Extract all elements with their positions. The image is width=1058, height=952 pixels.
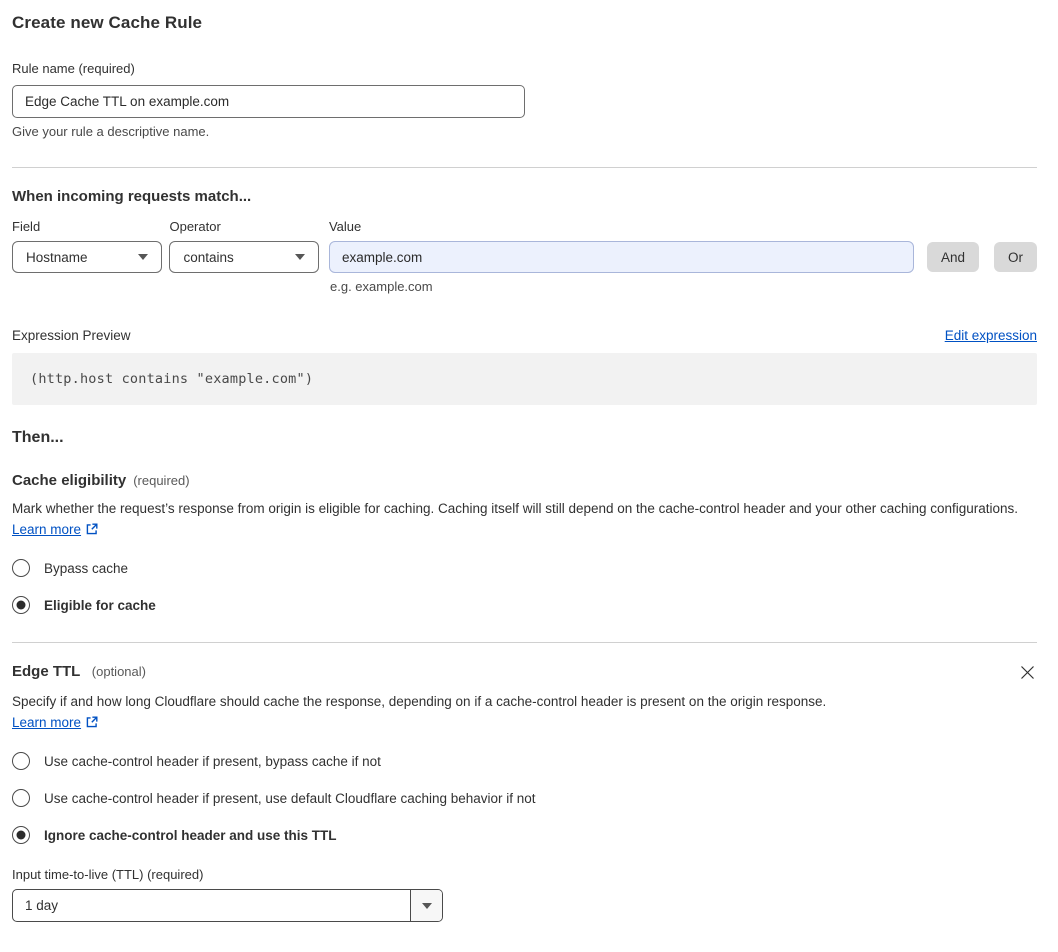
value-column: Value example.com — [328, 219, 914, 273]
learn-more-link[interactable]: Learn more — [12, 522, 81, 537]
external-link-icon — [85, 716, 99, 732]
cache-eligibility-header: Cache eligibility (required) — [12, 472, 1037, 489]
field-label: Field — [12, 219, 41, 234]
radio-label: Bypass cache — [44, 560, 129, 576]
cache-eligibility-heading: Cache eligibility — [12, 472, 127, 489]
edit-expression-link[interactable]: Edit expression — [945, 328, 1037, 343]
radio-icon-checked[interactable] — [12, 596, 30, 614]
ttl-input-label: Input time-to-live (TTL) (required) — [12, 867, 204, 882]
field-column: Field Hostname — [12, 219, 163, 273]
expression-code: (http.host contains "example.com") — [30, 371, 314, 387]
edge-ttl-heading: Edge TTL — [12, 663, 81, 680]
divider — [12, 167, 1037, 168]
radio-bypass-cache[interactable]: Bypass cache — [12, 559, 1037, 577]
expression-preview-row: Expression Preview Edit expression — [12, 328, 1037, 343]
expression-code-block: (http.host contains "example.com") — [12, 353, 1037, 405]
radio-label: Use cache-control header if present, use… — [44, 790, 536, 806]
expression-preview-label: Expression Preview — [12, 328, 131, 343]
value-input[interactable]: example.com — [328, 241, 914, 273]
chevron-down-icon — [294, 254, 305, 260]
or-button[interactable]: Or — [994, 242, 1037, 272]
edge-ttl-header: Edge TTL (optional) — [12, 663, 1037, 682]
close-button[interactable] — [1018, 663, 1037, 682]
value-label: Value — [328, 219, 362, 234]
radio-use-header-default[interactable]: Use cache-control header if present, use… — [12, 789, 1037, 807]
radio-icon[interactable] — [12, 752, 30, 770]
edge-ttl-title-group: Edge TTL (optional) — [12, 663, 146, 681]
cache-eligibility-options: Bypass cache Eligible for cache — [12, 559, 1037, 614]
operator-select[interactable]: contains — [169, 241, 319, 273]
external-link-icon — [85, 523, 99, 539]
radio-ignore-header-use-ttl[interactable]: Ignore cache-control header and use this… — [12, 826, 1037, 844]
create-cache-rule-page: Create new Cache Rule Rule name (require… — [0, 0, 1058, 952]
chevron-down-icon — [138, 254, 149, 260]
page-title: Create new Cache Rule — [12, 13, 203, 32]
value-input-text: example.com — [341, 249, 423, 265]
edge-ttl-description-text: Specify if and how long Cloudflare shoul… — [12, 694, 827, 709]
radio-icon-checked[interactable] — [12, 826, 30, 844]
learn-more-link[interactable]: Learn more — [12, 715, 81, 730]
edge-ttl-options: Use cache-control header if present, byp… — [12, 752, 1037, 844]
value-help: e.g. example.com — [330, 279, 433, 294]
rule-name-value: Edge Cache TTL on example.com — [25, 94, 230, 109]
rule-name-label: Rule name (required) — [12, 61, 135, 76]
edge-ttl-description: Specify if and how long Cloudflare shoul… — [12, 691, 845, 733]
then-heading: Then... — [12, 429, 64, 446]
and-button[interactable]: And — [926, 242, 979, 272]
divider — [12, 642, 1037, 643]
radio-icon[interactable] — [12, 789, 30, 807]
match-condition-row: Field Hostname Operator contains Value e… — [12, 219, 1037, 273]
operator-label: Operator — [169, 219, 221, 234]
field-select[interactable]: Hostname — [12, 241, 163, 273]
radio-label: Ignore cache-control header and use this… — [44, 827, 337, 843]
radio-use-header-bypass[interactable]: Use cache-control header if present, byp… — [12, 752, 1037, 770]
rule-name-help: Give your rule a descriptive name. — [12, 124, 210, 139]
operator-select-value: contains — [183, 249, 234, 265]
required-note: (required) — [133, 473, 190, 488]
operator-column: Operator contains — [169, 219, 319, 273]
optional-note: (optional) — [91, 664, 146, 679]
match-heading: When incoming requests match... — [12, 188, 252, 205]
rule-name-section: Rule name (required) Edge Cache TTL on e… — [12, 60, 1037, 139]
radio-icon[interactable] — [12, 559, 30, 577]
radio-label: Use cache-control header if present, byp… — [44, 753, 381, 769]
radio-eligible-for-cache[interactable]: Eligible for cache — [12, 596, 1037, 614]
radio-label: Eligible for cache — [44, 597, 156, 613]
cache-eligibility-description-text: Mark whether the request’s response from… — [12, 501, 1019, 516]
cache-eligibility-description: Mark whether the request’s response from… — [12, 498, 1037, 540]
field-select-value: Hostname — [26, 249, 88, 265]
close-icon — [1020, 666, 1035, 683]
rule-name-input[interactable]: Edge Cache TTL on example.com — [12, 85, 525, 118]
